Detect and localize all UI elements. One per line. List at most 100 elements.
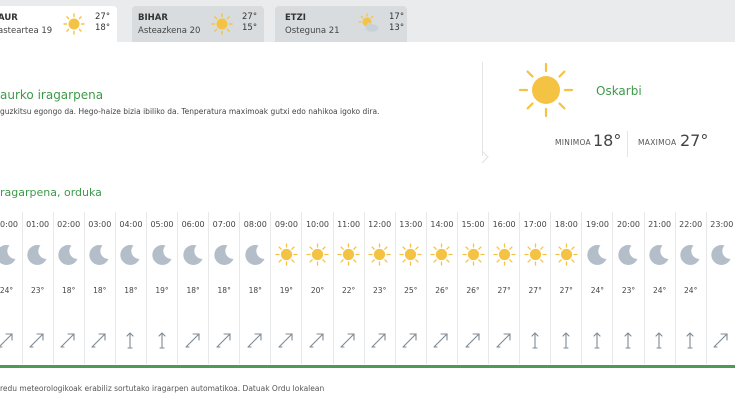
hour-temperature: 25° <box>404 286 418 295</box>
min-temp-label: MINIMOA <box>555 138 591 147</box>
hour-temperature: 18° <box>217 286 231 295</box>
hour-temperature: 19° <box>279 286 294 295</box>
hour-column: 02:00 18° <box>53 212 85 364</box>
condition-label: Oskarbi <box>596 84 642 98</box>
hour-temperature: 24° <box>684 286 698 295</box>
hour-column: 03:00 18° <box>84 212 116 364</box>
moon-icon <box>587 244 607 265</box>
max-temp-value: 27° <box>680 131 709 150</box>
max-temp-label: MAXIMOA <box>638 138 677 147</box>
hour-temperature: 20° <box>310 286 325 295</box>
hour-column: 23:00 <box>706 212 735 364</box>
hour-temperature: 18° <box>62 286 76 295</box>
forecast-panel: aurko iragarpena guzkitsu egongo da. Heg… <box>0 42 735 413</box>
sun-icon <box>306 243 329 266</box>
sun-icon <box>275 243 298 266</box>
moon-icon <box>680 244 700 265</box>
sun-icon <box>337 243 360 266</box>
moon-icon <box>151 244 171 265</box>
hour-column: 21:00 24° <box>644 212 676 364</box>
sun-icon <box>368 243 391 266</box>
moon-icon <box>182 244 203 265</box>
hour-temperature: 18° <box>124 286 138 295</box>
hour-label: 21:00 <box>648 220 672 229</box>
wind-direction-icon <box>531 332 539 349</box>
moon-icon <box>120 244 140 265</box>
sun-icon <box>524 243 547 266</box>
hour-temperature: 26° <box>466 286 480 295</box>
wind-direction-icon <box>0 333 13 348</box>
hour-column: 00:00 24° <box>0 212 23 364</box>
tab-day-after[interactable]: ETZI Osteguna 21 17° 13° <box>275 6 407 42</box>
moon-icon <box>0 245 16 265</box>
hour-label: 23:00 <box>710 220 734 229</box>
hour-label: 17:00 <box>523 220 547 229</box>
moon-icon <box>618 244 638 265</box>
hour-label: 19:00 <box>585 220 609 229</box>
wind-direction-icon <box>593 332 601 349</box>
tab-max-temp: 27° <box>242 12 258 22</box>
hour-column: 20:00 23° <box>613 212 645 364</box>
hour-column: 11:00 22° <box>333 212 365 364</box>
hour-column: 15:00 26° <box>458 212 489 364</box>
hour-column: 19:00 24° <box>582 212 614 364</box>
hour-temperature: 27° <box>497 286 511 295</box>
hour-temperature: 23° <box>30 286 45 295</box>
tab-min-temp: 13° <box>389 23 405 33</box>
hour-column: 22:00 24° <box>675 212 707 364</box>
tab-tomorrow[interactable]: BIHAR Asteazkena 20 27° 15° <box>132 6 264 42</box>
hour-label: 18:00 <box>554 220 578 229</box>
wind-direction-icon <box>340 333 355 348</box>
min-temp-value: 18° <box>593 131 622 150</box>
today-forecast-description: guzkitsu egongo da. Hego-haize bizia ibi… <box>0 107 380 116</box>
moon-icon <box>27 244 47 265</box>
wind-direction-icon <box>433 333 448 348</box>
sun-icon <box>555 243 578 266</box>
hour-temperature: 27° <box>528 286 542 295</box>
moon-icon <box>89 244 109 265</box>
tab-day-label: BIHAR <box>138 13 168 23</box>
moon-icon <box>245 244 265 265</box>
hour-label: 15:00 <box>461 220 485 229</box>
wind-direction-icon <box>402 333 417 348</box>
wind-direction-icon <box>157 332 166 349</box>
sun-icon <box>518 62 574 118</box>
hour-label: 00:00 <box>0 220 19 229</box>
hour-label: 03:00 <box>88 220 112 229</box>
wind-direction-icon <box>278 333 293 348</box>
hour-column: 17:00 27° <box>520 212 552 364</box>
sun-icon <box>492 243 516 266</box>
wind-direction-icon <box>713 333 728 348</box>
moon-icon <box>649 244 669 265</box>
hour-column: 12:00 23° <box>364 212 396 364</box>
today-forecast-title: aurko iragarpena <box>0 88 104 102</box>
day-tabs: AUR asteartea 19 27° 18° BIHAR Asteazken… <box>0 0 735 42</box>
hour-temperature: 18° <box>93 286 107 295</box>
divider <box>482 62 483 156</box>
hour-temperature: 27° <box>559 286 573 295</box>
hour-column: 14:00 26° <box>426 212 458 364</box>
footer-note: redu meteorologikoak erabiliz sortutako … <box>0 384 325 393</box>
tab-date-label: Osteguna 21 <box>285 26 340 36</box>
hour-temperature: 18° <box>248 286 262 295</box>
sun-cloud-icon <box>358 13 379 32</box>
hour-column: 07:00 18° <box>209 212 241 364</box>
moon-icon <box>711 244 731 265</box>
tab-today[interactable]: AUR asteartea 19 27° 18° <box>0 6 117 42</box>
hour-column: 13:00 25° <box>395 212 427 364</box>
hour-temperature: 23° <box>621 286 636 295</box>
hour-label: 01:00 <box>26 220 50 229</box>
hour-label: 04:00 <box>119 220 143 229</box>
hour-temperature: 22° <box>341 286 356 295</box>
hour-label: 06:00 <box>181 220 205 229</box>
hour-label: 07:00 <box>212 220 236 229</box>
hourly-forecast-list[interactable]: 00:00 24° 01:00 23° 02:00 18° 03:00 18° 04:00 18°… <box>0 212 735 364</box>
hour-label: 02:00 <box>57 220 81 229</box>
wind-direction-icon <box>562 332 570 349</box>
tab-min-temp: 15° <box>242 23 258 33</box>
hour-temperature: 24° <box>0 286 14 295</box>
wind-direction-icon <box>686 332 694 349</box>
wind-direction-icon <box>60 333 75 348</box>
sun-icon <box>430 243 454 266</box>
hour-column: 10:00 20° <box>302 212 334 364</box>
